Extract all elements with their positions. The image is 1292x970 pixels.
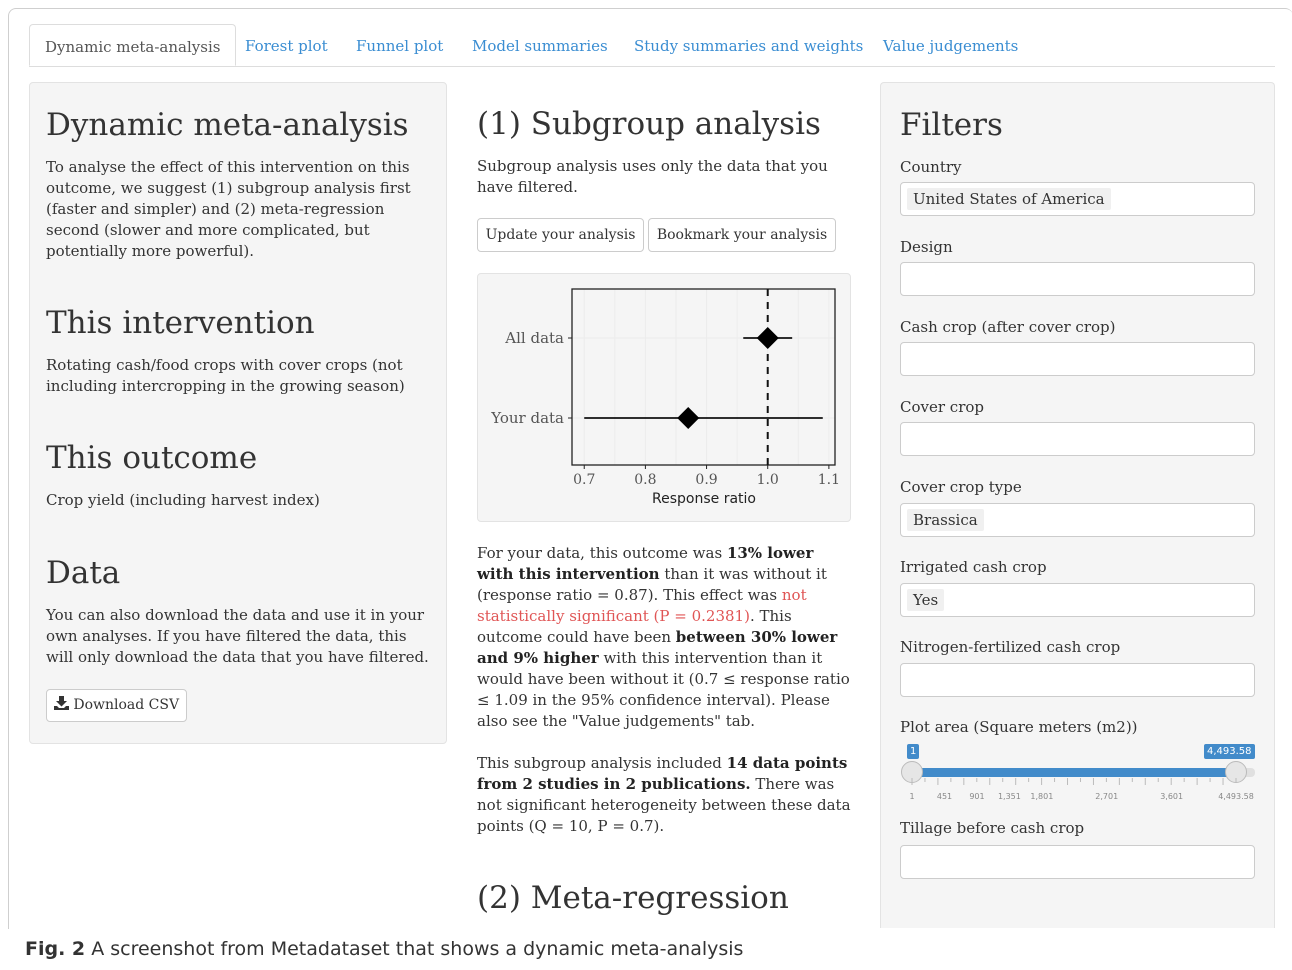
slider-ticks: 1 451 901 1,351 1,801 2,701 3,601 4,493.58 <box>910 778 1254 801</box>
figure-caption: Fig. 2 A screenshot from Metadataset tha… <box>25 938 744 960</box>
forest-plot-panel: All data Your data 0.7 0.8 0.9 1.0 1.1 Respon… <box>477 273 851 522</box>
slider-tick-label: 1 <box>910 792 915 801</box>
irrigated-chip[interactable]: Yes <box>907 589 945 611</box>
left-title: Dynamic meta-analysis <box>46 107 409 143</box>
tab-dynamic-meta-analysis[interactable]: Dynamic meta-analysis <box>29 24 237 66</box>
x-tick-label: 0.7 <box>573 472 595 488</box>
plot-area-label: Plot area (Square meters (m2)) <box>900 718 1138 736</box>
tab-value-judgements[interactable]: Value judgements <box>883 24 1018 66</box>
slider-tick-label: 901 <box>969 792 984 801</box>
filters-panel: Filters Country United States of America… <box>880 82 1275 928</box>
bookmark-analysis-button[interactable]: Bookmark your analysis <box>648 218 836 252</box>
download-csv-label: Download CSV <box>73 697 180 713</box>
slider-max-badge: 4,493.58 <box>1204 744 1255 759</box>
nitrogen-label: Nitrogen-fertilized cash crop <box>900 638 1121 656</box>
tab-forest-plot[interactable]: Forest plot <box>245 24 328 66</box>
estimate-point <box>756 327 779 349</box>
plot-area-slider[interactable]: 1 4,493.58 1 451 901 1,351 1,801 2,701 3,601 4,… <box>900 742 1260 802</box>
plot-frame <box>571 288 836 466</box>
slider-range <box>912 768 1236 777</box>
cash-crop-label: Cash crop (after cover crop) <box>900 318 1116 336</box>
country-label: Country <box>900 158 962 176</box>
intervention-title: This intervention <box>46 305 315 341</box>
tab-model-summaries[interactable]: Model summaries <box>472 24 608 66</box>
left-panel: Dynamic meta-analysis To analyse the eff… <box>29 82 447 744</box>
subgroup-title: (1) Subgroup analysis <box>477 106 821 142</box>
slider-tick-label: 451 <box>937 792 952 801</box>
irrigated-label: Irrigated cash crop <box>900 558 1047 576</box>
meta-regression-title: (2) Meta-regression <box>477 880 789 916</box>
cover-crop-type-label: Cover crop type <box>900 478 1022 496</box>
cover-crop-select[interactable] <box>900 422 1255 456</box>
cover-crop-type-select[interactable]: Brassica <box>900 503 1255 537</box>
tillage-label: Tillage before cash crop <box>900 819 1085 837</box>
result-paragraph: For your data, this outcome was 13% lowe… <box>477 544 850 730</box>
x-tick-label: 1.1 <box>818 472 840 488</box>
x-tick-label: 1.0 <box>757 472 779 488</box>
tillage-select[interactable] <box>900 845 1255 879</box>
y-tick-label: Your data <box>490 409 564 427</box>
data-text: You can also download the data and use i… <box>46 606 429 666</box>
x-tick-label: 0.9 <box>695 472 717 488</box>
cash-crop-select[interactable] <box>900 342 1255 376</box>
slider-min-badge: 1 <box>907 744 920 759</box>
x-axis-label: Response ratio <box>652 491 756 507</box>
x-tick-label: 0.8 <box>634 472 656 488</box>
subgroup-intro: Subgroup analysis uses only the data tha… <box>477 157 828 196</box>
design-label: Design <box>900 238 953 256</box>
outcome-title: This outcome <box>46 440 258 476</box>
cover-crop-type-chip[interactable]: Brassica <box>907 509 984 531</box>
download-icon <box>53 696 69 710</box>
download-csv-button[interactable]: Download CSV <box>46 689 187 722</box>
irrigated-select[interactable]: Yes <box>900 583 1255 617</box>
slider-tick-label: 1,351 <box>998 792 1021 801</box>
nitrogen-select[interactable] <box>900 663 1255 697</box>
design-select[interactable] <box>900 262 1255 296</box>
y-tick-label: All data <box>504 329 564 347</box>
slider-tick-label: 2,701 <box>1095 792 1118 801</box>
tab-study-summaries[interactable]: Study summaries and weights <box>634 24 863 66</box>
left-intro: To analyse the effect of this interventi… <box>46 158 411 260</box>
cover-crop-label: Cover crop <box>900 398 985 416</box>
slider-tick-label: 3,601 <box>1160 792 1183 801</box>
intervention-text: Rotating cash/food crops with cover crop… <box>46 356 405 395</box>
data-title: Data <box>46 555 121 591</box>
estimate-point <box>677 407 700 429</box>
slider-tick-label: 4,493.58 <box>1218 792 1254 801</box>
filters-title: Filters <box>900 107 1003 143</box>
tab-bar: Dynamic meta-analysis Forest plot Funnel… <box>29 24 1275 67</box>
included-paragraph: This subgroup analysis included 14 data … <box>477 754 851 835</box>
outcome-text: Crop yield (including harvest index) <box>46 491 320 509</box>
country-select[interactable]: United States of America <box>900 182 1255 216</box>
tab-funnel-plot[interactable]: Funnel plot <box>356 24 443 66</box>
update-analysis-button[interactable]: Update your analysis <box>477 218 644 252</box>
slider-tick-label: 1,801 <box>1030 792 1053 801</box>
country-chip[interactable]: United States of America <box>907 188 1111 210</box>
forest-plot-chart: All data Your data 0.7 0.8 0.9 1.0 1.1 Respon… <box>490 288 840 507</box>
